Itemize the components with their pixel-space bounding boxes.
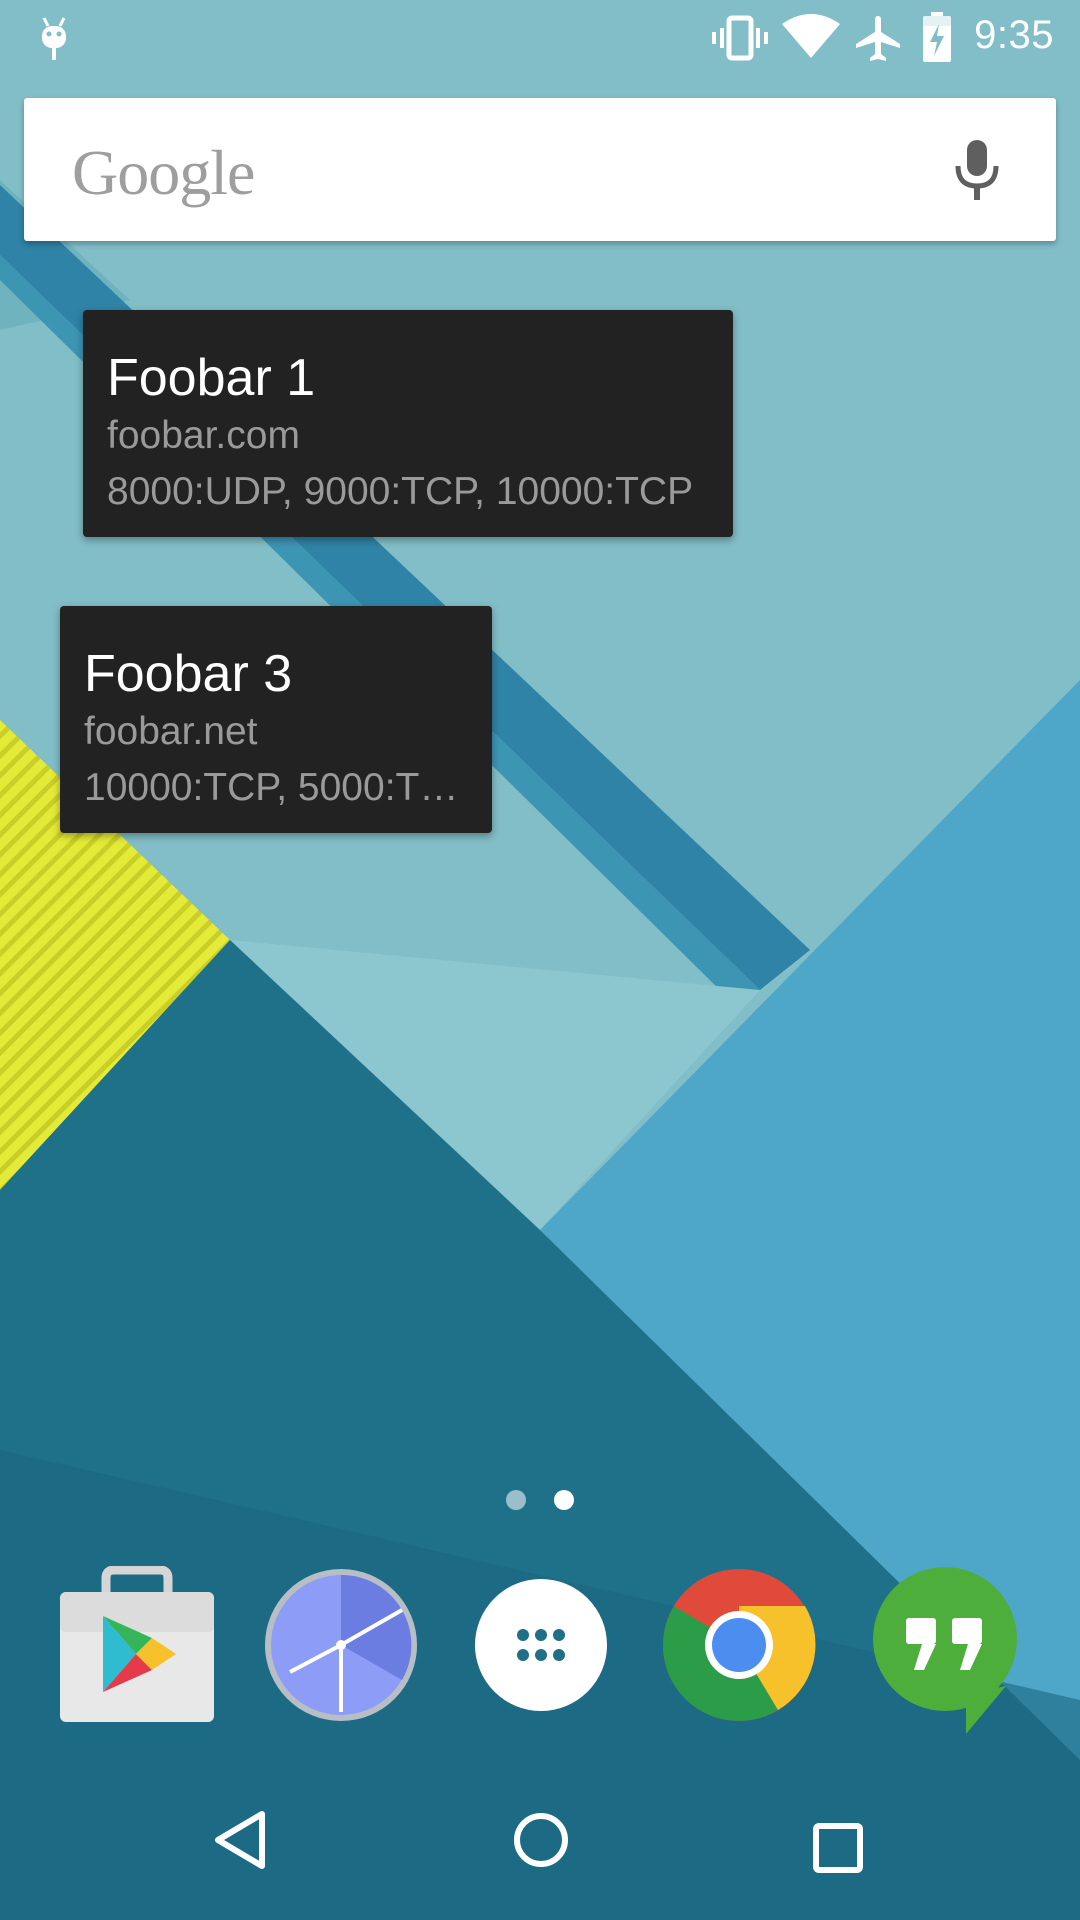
airplane-mode-icon — [856, 16, 900, 61]
battery-charging-icon — [923, 12, 951, 62]
widget-ports: 8000:UDP, 9000:TCP, 10000:TCP — [107, 470, 694, 513]
widget-host: foobar.com — [107, 414, 300, 457]
recents-icon[interactable] — [812, 1822, 864, 1874]
app-drawer-icon[interactable] — [462, 1566, 620, 1724]
clock-time: 9:35 — [974, 13, 1054, 57]
server-widget[interactable]: Foobar 3 foobar.net 10000:TCP, 5000:T… — [60, 606, 492, 833]
android-debug-icon — [42, 17, 66, 60]
page-dot[interactable] — [506, 1490, 526, 1510]
server-widget[interactable]: Foobar 1 foobar.com 8000:UDP, 9000:TCP, … — [83, 310, 733, 537]
mic-icon[interactable] — [954, 138, 1000, 202]
back-icon[interactable] — [212, 1810, 268, 1870]
google-logo: Google — [72, 137, 255, 208]
google-search-bar[interactable]: Google — [24, 98, 1056, 241]
widget-title: Foobar 3 — [84, 645, 293, 703]
play-store-icon[interactable] — [58, 1566, 216, 1724]
vibrate-icon — [712, 15, 768, 61]
widget-ports: 10000:TCP, 5000:T… — [84, 766, 459, 809]
home-icon[interactable] — [512, 1810, 570, 1870]
wifi-icon — [782, 14, 840, 58]
clock-icon[interactable] — [262, 1566, 420, 1724]
hangouts-icon[interactable] — [866, 1566, 1024, 1736]
widget-host: foobar.net — [84, 710, 258, 753]
chrome-icon[interactable] — [660, 1566, 818, 1724]
status-bar: 9:35 — [0, 0, 1080, 80]
widget-title: Foobar 1 — [107, 349, 316, 407]
page-dot-current[interactable] — [554, 1490, 574, 1510]
